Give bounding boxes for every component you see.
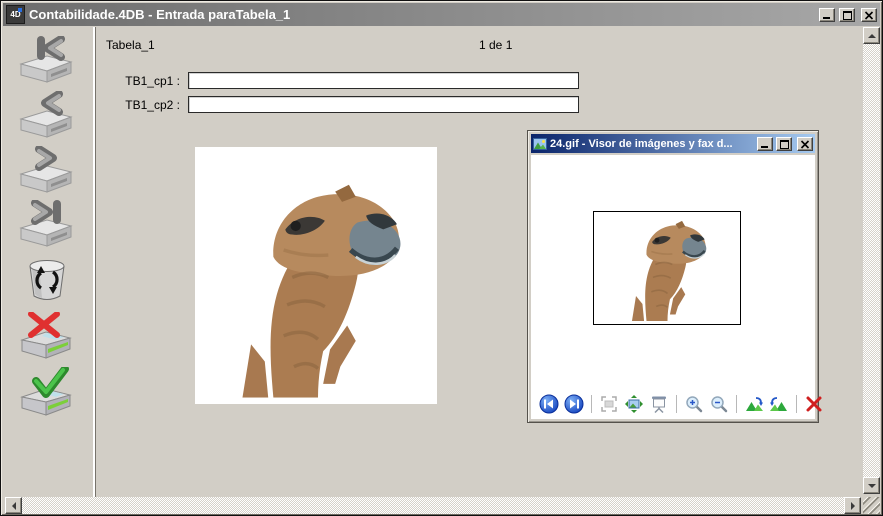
image-viewer-window: 24.gif - Visor de imágenes y fax d... xyxy=(527,130,819,423)
viewer-minimize-button[interactable] xyxy=(757,137,773,151)
viewer-minimize-icon xyxy=(761,146,768,148)
viewer-maximize-icon xyxy=(780,140,789,149)
delete-icon xyxy=(804,394,824,414)
next-image-button[interactable] xyxy=(564,394,584,414)
slideshow-icon xyxy=(649,394,669,414)
scroll-left-button[interactable] xyxy=(5,497,22,514)
window-title: Contabilidade.4DB - Entrada paraTabela_1 xyxy=(29,7,815,22)
actual-size-button[interactable] xyxy=(624,394,644,414)
zoom-in-icon xyxy=(684,394,704,414)
viewer-image-frame xyxy=(593,211,741,325)
scroll-down-button[interactable] xyxy=(863,477,880,494)
arrow-right-icon xyxy=(851,502,855,510)
minimize-button[interactable] xyxy=(819,8,835,22)
camel-picture xyxy=(215,174,421,398)
best-fit-icon xyxy=(599,394,619,414)
maximize-icon xyxy=(843,11,852,20)
close-icon xyxy=(864,11,874,20)
zoom-in-button[interactable] xyxy=(684,394,704,414)
cancel-record-button[interactable] xyxy=(18,312,76,365)
last-record-icon xyxy=(17,200,75,248)
table-name-label: Tabela_1 xyxy=(106,38,155,52)
best-fit-button[interactable] xyxy=(599,394,619,414)
record-counter: 1 de 1 xyxy=(479,38,512,52)
first-record-button[interactable] xyxy=(17,36,75,89)
arrow-left-icon xyxy=(12,502,16,510)
viewer-titlebar[interactable]: 24.gif - Visor de imágenes y fax d... xyxy=(531,134,815,153)
actual-size-icon xyxy=(624,394,644,414)
viewer-content xyxy=(531,155,815,419)
toolbar-separator xyxy=(796,395,797,413)
viewer-toolbar xyxy=(539,394,824,414)
resize-grip[interactable] xyxy=(863,497,880,514)
scroll-right-button[interactable] xyxy=(844,497,861,514)
start-slideshow-button[interactable] xyxy=(649,394,669,414)
tb1-cp2-label: TB1_cp2 : xyxy=(95,98,180,112)
next-record-icon xyxy=(17,146,75,194)
previous-record-button[interactable] xyxy=(17,91,75,144)
first-record-icon xyxy=(17,36,75,84)
tb1-cp1-label: TB1_cp1 : xyxy=(95,74,180,88)
arrow-up-icon xyxy=(868,34,876,38)
horizontal-scrollbar[interactable] xyxy=(5,497,861,514)
viewer-title: 24.gif - Visor de imágenes y fax d... xyxy=(550,138,754,150)
rotate-counterclockwise-button[interactable] xyxy=(769,394,789,414)
minimize-icon xyxy=(823,17,830,19)
previous-record-icon xyxy=(17,91,75,139)
accept-icon xyxy=(18,367,76,417)
cancel-icon xyxy=(18,312,76,360)
tb1-cp1-input[interactable] xyxy=(188,72,579,89)
picture-file-icon xyxy=(533,138,547,150)
toolbar-separator xyxy=(676,395,677,413)
tb1-cp2-input[interactable] xyxy=(188,96,579,113)
scroll-up-button[interactable] xyxy=(863,27,880,44)
rotate-clockwise-icon xyxy=(744,394,764,414)
previous-image-icon xyxy=(539,394,559,414)
next-record-button[interactable] xyxy=(17,146,75,199)
viewer-maximize-button[interactable] xyxy=(776,137,792,151)
delete-image-button[interactable] xyxy=(804,394,824,414)
zoom-out-button[interactable] xyxy=(709,394,729,414)
rotate-clockwise-button[interactable] xyxy=(744,394,764,414)
titlebar[interactable]: 4D Contabilidade.4DB - Entrada paraTabel… xyxy=(3,3,880,26)
arrow-down-icon xyxy=(868,484,876,488)
viewer-close-icon xyxy=(800,140,810,149)
record-picture-field[interactable] xyxy=(195,147,437,404)
next-image-icon xyxy=(564,394,584,414)
viewer-close-button[interactable] xyxy=(797,137,813,151)
app-icon-accent xyxy=(18,8,22,12)
toolbar-separator xyxy=(736,395,737,413)
viewer-camel-image xyxy=(619,216,716,321)
app-4d-icon[interactable]: 4D xyxy=(6,5,25,24)
zoom-out-icon xyxy=(709,394,729,414)
delete-record-button[interactable] xyxy=(24,256,70,307)
application-window: 4D Contabilidade.4DB - Entrada paraTabel… xyxy=(0,0,883,516)
rotate-counterclockwise-icon xyxy=(769,394,789,414)
last-record-button[interactable] xyxy=(17,200,75,253)
record-toolbar xyxy=(2,27,93,497)
toolbar-separator xyxy=(591,395,592,413)
maximize-button[interactable] xyxy=(839,8,855,22)
accept-record-button[interactable] xyxy=(18,367,76,422)
trash-icon xyxy=(24,256,70,302)
close-button[interactable] xyxy=(861,8,877,22)
previous-image-button[interactable] xyxy=(539,394,559,414)
vertical-scrollbar[interactable] xyxy=(863,27,880,494)
